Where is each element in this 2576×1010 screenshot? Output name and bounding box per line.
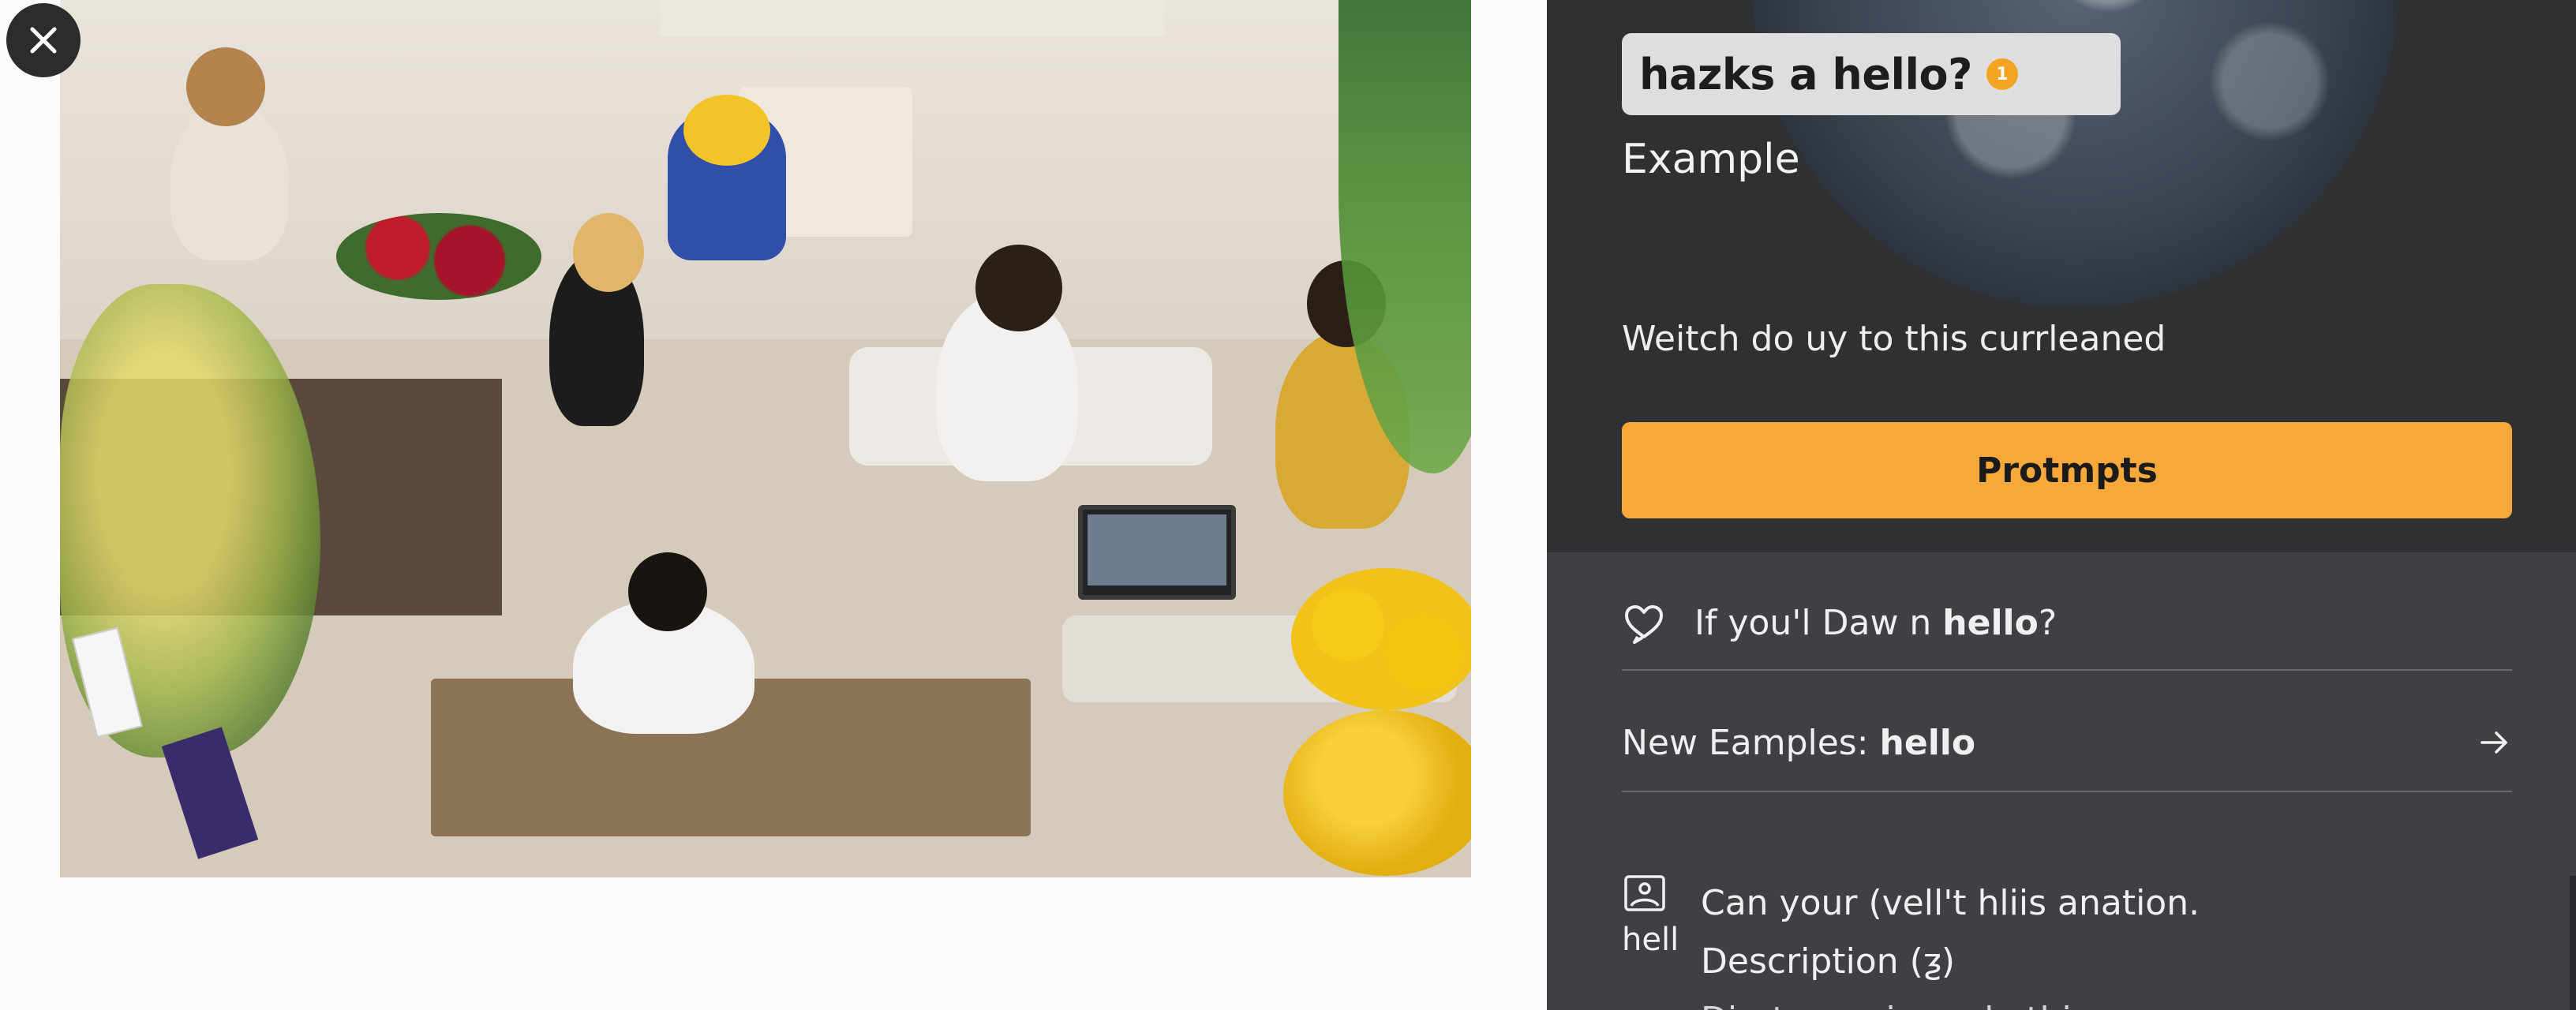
new-examples-bold: hello — [1879, 722, 1976, 763]
example-label: Example — [1622, 136, 1800, 183]
image-frame-group: hell — [1622, 874, 1685, 958]
suggestion-row[interactable]: If you'l Daw n hello ? — [1622, 576, 2512, 671]
badge-icon: 1 — [1986, 58, 2018, 90]
side-panel: hazks a hello? 1 Example Weitch do uy to… — [1547, 0, 2576, 1010]
panel-header: hazks a hello? 1 Example Weitch do uy to… — [1547, 0, 2576, 552]
subtitle: Weitch do uy to this currleaned — [1622, 319, 2166, 359]
photo-viewer — [0, 0, 1547, 1010]
close-button[interactable] — [6, 3, 80, 77]
description-block: hell Can your (vell't hliis anation. Des… — [1622, 874, 2512, 1010]
office-photo — [60, 0, 1471, 877]
new-examples-row[interactable]: New Eamples: hello — [1622, 694, 2512, 792]
page: hazks a hello? 1 Example Weitch do uy to… — [0, 0, 2576, 1010]
image-frame-icon — [1624, 875, 1665, 911]
new-examples-prefix: New Eamples: — [1622, 722, 1880, 763]
suggestion-suffix: ? — [2038, 602, 2057, 643]
description-lines: Can your (vell't hliis anation. Descript… — [1701, 874, 2200, 1010]
new-examples-text: New Eamples: hello — [1622, 723, 1975, 763]
close-icon — [30, 27, 57, 54]
prompts-button[interactable]: Protmpts — [1622, 422, 2512, 518]
description-line-1: Can your (vell't hliis anation. — [1701, 883, 2200, 923]
icon-caption: hell — [1622, 922, 1679, 958]
description-line-2: Description (ƺ) — [1701, 941, 1956, 982]
scrollbar[interactable] — [2570, 876, 2576, 1010]
question-chip[interactable]: hazks a hello? 1 — [1622, 33, 2121, 115]
question-text: hazks a hello? — [1639, 49, 1972, 99]
arrow-right-icon — [2481, 731, 2507, 754]
description-line-3: Diret your in ande thins — [1701, 991, 2200, 1010]
suggestion-bold: hello — [1942, 602, 2039, 643]
heart-chat-icon — [1625, 605, 1663, 644]
suggestion-prefix: If you'l Daw n — [1694, 602, 1943, 643]
